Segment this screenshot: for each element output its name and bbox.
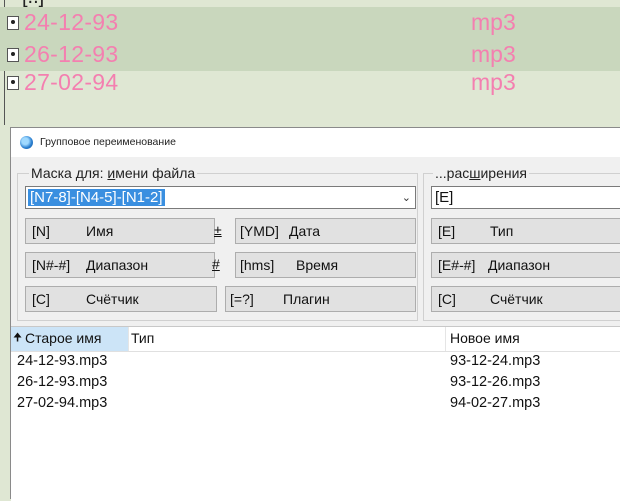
file-panel[interactable]: [..] 24-12-93 mp3 26-12-93 mp3 27-02-94 … bbox=[0, 0, 620, 130]
counter-button[interactable]: [C] Счётчик bbox=[25, 286, 217, 312]
sort-up-arrow-icon: 🠉 bbox=[13, 332, 23, 344]
extension-mask-value: [E] bbox=[435, 189, 454, 206]
column-header-new-name[interactable]: Новое имя bbox=[446, 327, 620, 351]
file-ext: mp3 bbox=[471, 41, 516, 67]
extension-mask-label: ...расширения bbox=[433, 165, 530, 181]
hash-button[interactable]: # bbox=[208, 252, 230, 278]
file-name: 26-12-93 bbox=[24, 41, 119, 67]
plugin-button[interactable]: [=?] Плагин bbox=[225, 286, 416, 312]
plus-minus-button[interactable]: ± bbox=[208, 218, 230, 244]
extension-mask-combobox[interactable]: [E] bbox=[431, 186, 620, 209]
file-ext: mp3 bbox=[471, 9, 516, 35]
filename-mask-combobox[interactable]: [N7-8]-[N4-5]-[N1-2] ⌄ bbox=[25, 186, 416, 209]
date-button[interactable]: [YMD] Дата bbox=[235, 218, 416, 244]
dialog-title: Групповое переименование bbox=[40, 136, 176, 148]
header-divider bbox=[11, 351, 620, 352]
file-name: 27-02-94 bbox=[24, 69, 119, 95]
column-header-type[interactable]: Тип bbox=[129, 327, 446, 351]
extension-range-button[interactable]: [E#-#] Диапазон bbox=[431, 252, 620, 278]
chevron-down-icon[interactable]: ⌄ bbox=[402, 191, 411, 204]
file-row[interactable]: 24-12-93 mp3 bbox=[0, 7, 620, 39]
audio-file-icon bbox=[7, 16, 19, 30]
audio-file-icon bbox=[7, 76, 19, 90]
audio-file-icon bbox=[7, 48, 19, 62]
file-ext: mp3 bbox=[471, 69, 516, 95]
extension-counter-button[interactable]: [C] Счётчик bbox=[431, 286, 620, 312]
rename-dialog: Групповое переименование Маска для: имен… bbox=[10, 127, 620, 501]
time-button[interactable]: [hms] Время bbox=[235, 252, 416, 278]
file-name: 24-12-93 bbox=[24, 9, 119, 35]
name-button[interactable]: [N] Имя bbox=[25, 218, 215, 244]
range-button[interactable]: [N#-#] Диапазон bbox=[25, 252, 215, 278]
app-globe-icon bbox=[20, 136, 33, 149]
filename-mask-value: [N7-8]-[N4-5]-[N1-2] bbox=[28, 189, 165, 206]
column-header-old-name[interactable]: 🠉 Старое имя bbox=[11, 327, 129, 351]
table-row[interactable]: 26-12-93.mp3 93-12-26.mp3 bbox=[11, 374, 620, 395]
file-row[interactable]: 27-02-94 mp3 bbox=[0, 67, 620, 99]
extension-type-button[interactable]: [E] Тип bbox=[431, 218, 620, 244]
rename-preview-list[interactable]: 🠉 Старое имя Тип Новое имя 24-12-93.mp3 … bbox=[11, 326, 620, 501]
table-row[interactable]: 27-02-94.mp3 94-02-27.mp3 bbox=[11, 395, 620, 416]
filename-mask-label: Маска для: имени файла bbox=[29, 165, 198, 181]
title-bar[interactable]: Групповое переименование bbox=[11, 128, 620, 157]
table-row[interactable]: 24-12-93.mp3 93-12-24.mp3 bbox=[11, 353, 620, 374]
